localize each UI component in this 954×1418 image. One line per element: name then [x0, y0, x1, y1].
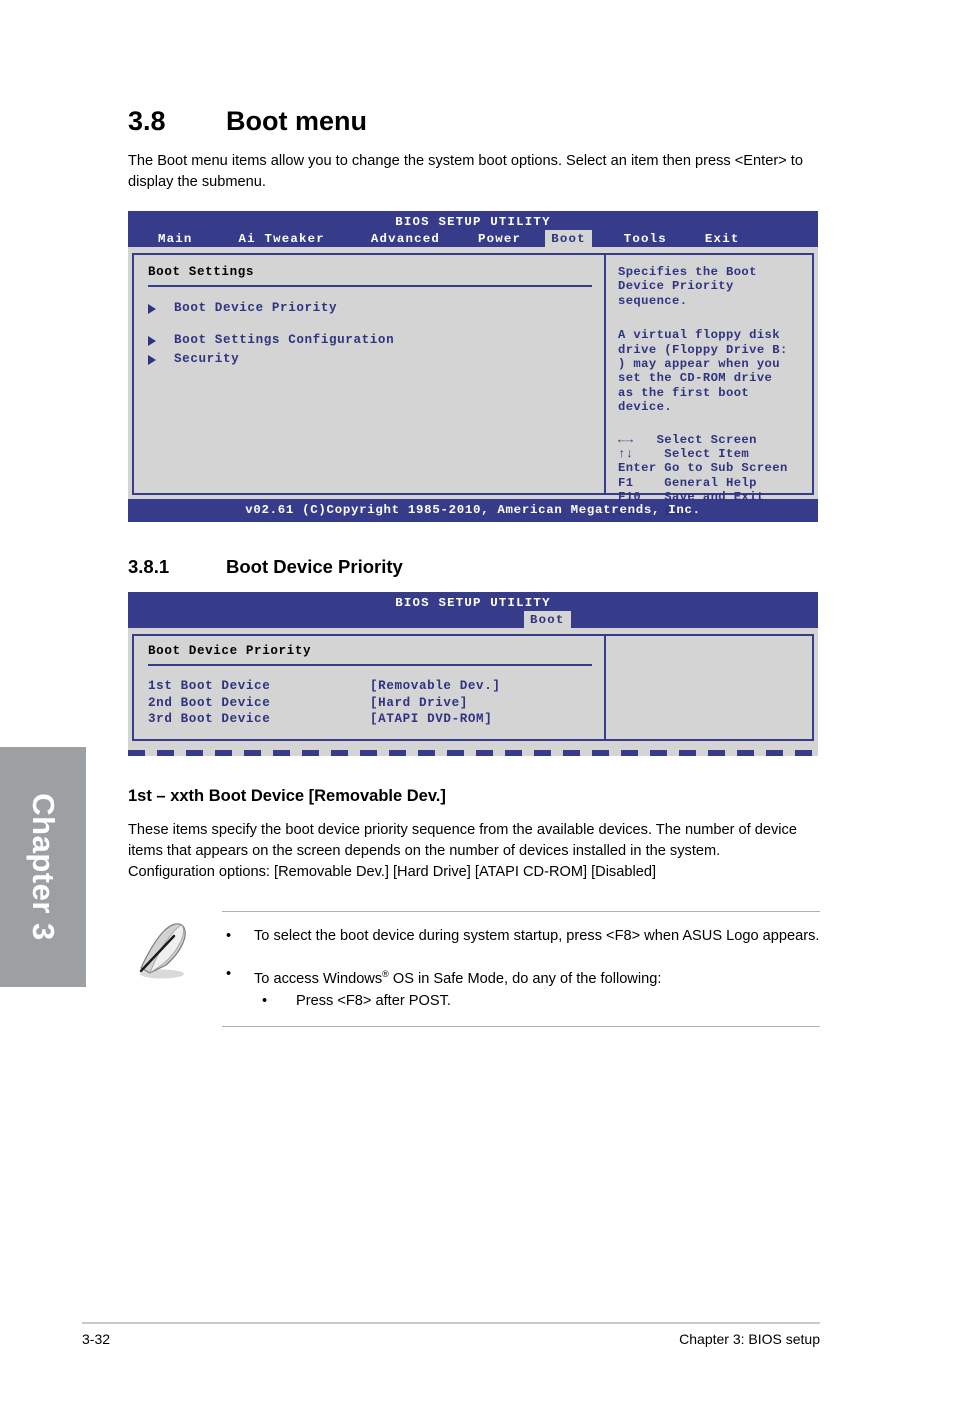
bullet-marker: • — [226, 965, 232, 982]
bullet-marker: • — [226, 927, 232, 944]
bios-row-value: [Hard Drive] — [370, 695, 468, 710]
subsection-number: 3.8.1 — [128, 556, 170, 577]
bios-tab-main[interactable]: Main — [152, 230, 199, 249]
footer-divider — [82, 1322, 820, 1324]
bios-menu-bar: Main Ai Tweaker Advanced Power Boot Tool… — [128, 230, 818, 249]
footer-chapter-label: Chapter 3: BIOS setup — [679, 1331, 820, 1347]
note-bullet-2: • To access Windows® OS in Safe Mode, do… — [222, 964, 820, 1013]
subsection-title: Boot Device Priority — [226, 556, 403, 577]
bios-setup-screen-boot: BIOS SETUP UTILITY Main Ai Tweaker Advan… — [128, 211, 818, 522]
note-bullet-text: To access Windows® OS in Safe Mode, do a… — [254, 964, 820, 1013]
bios-panel-divider — [148, 664, 592, 666]
bios-row-key: 1st Boot Device — [148, 679, 271, 693]
note-bullet-text: To select the boot device during system … — [254, 927, 820, 944]
bios-panel-divider — [148, 285, 592, 287]
note-text-after: OS in Safe Mode, do any of the following… — [388, 970, 662, 987]
bios-item-boot-device-priority[interactable]: Boot Device Priority — [148, 299, 592, 318]
bios-body: Boot Settings Boot Device Priority Boot … — [128, 247, 818, 519]
section-intro: The Boot menu items allow you to change … — [128, 153, 803, 190]
page-content: 3.8 Boot menu The Boot menu items allow … — [128, 0, 820, 1028]
bios-row-1st-boot-device[interactable]: 1st Boot Device [Removable Dev.] — [148, 678, 592, 695]
note-subbullet-1: • Press <F8> after POST. — [254, 991, 820, 1012]
bios-item-label: Boot Device Priority — [174, 301, 338, 315]
chapter-tab-label: Chapter 3 — [26, 793, 61, 941]
bios-row-2nd-boot-device[interactable]: 2nd Boot Device [Hard Drive] — [148, 695, 592, 712]
bios-screenshot-cut-line — [128, 749, 818, 756]
bios-setup-screen-boot-device-priority: BIOS SETUP UTILITY Boot Boot Device Prio… — [128, 592, 818, 756]
bios-body: Boot Device Priority 1st Boot Device [Re… — [128, 628, 818, 745]
bios-row-key: 3rd Boot Device — [148, 712, 271, 726]
section-heading: 3.8 Boot menu — [128, 106, 820, 137]
bios-help-text-1: Specifies the Boot Device Priority seque… — [618, 265, 757, 308]
pencil-note-icon — [138, 922, 186, 978]
bios-settings-panel: Boot Settings Boot Device Priority Boot … — [132, 253, 604, 495]
note-content: • To select the boot device during syste… — [222, 910, 820, 1028]
bios-tab-advanced[interactable]: Advanced — [365, 230, 446, 249]
chapter-tab: Chapter 3 — [0, 747, 86, 987]
bios-row-3rd-boot-device[interactable]: 3rd Boot Device [ATAPI DVD-ROM] — [148, 711, 592, 728]
bios-row-value: [ATAPI DVD-ROM] — [370, 712, 493, 726]
bios-tab-tools[interactable]: Tools — [618, 230, 673, 249]
bios-title: BIOS SETUP UTILITY — [395, 215, 551, 229]
bios-tab-ai-tweaker[interactable]: Ai Tweaker — [233, 230, 331, 249]
bios-boot-device-panel: Boot Device Priority 1st Boot Device [Re… — [132, 634, 604, 741]
submenu-arrow-icon — [148, 304, 156, 314]
note-subbullet-text: Press <F8> after POST. — [296, 993, 451, 1010]
bios-header: BIOS SETUP UTILITY Main Ai Tweaker Advan… — [128, 211, 818, 249]
submenu-arrow-icon — [148, 336, 156, 346]
bios-tab-exit[interactable]: Exit — [699, 230, 746, 249]
bios-title: BIOS SETUP UTILITY — [395, 596, 551, 610]
section-number: 3.8 — [128, 106, 166, 136]
footer-page-number: 3-32 — [82, 1331, 111, 1347]
item-config-options: Configuration options: [Removable Dev.] … — [128, 863, 656, 880]
note-text-before: To access Windows — [254, 970, 383, 987]
note-bullet-1: • To select the boot device during syste… — [222, 926, 820, 947]
bios-help-panel — [604, 634, 814, 741]
bios-item-label: Security — [174, 352, 240, 366]
bios-tab-boot[interactable]: Boot — [545, 230, 592, 249]
item-paragraph: These items specify the boot device prio… — [128, 821, 797, 859]
bios-help-text-2: A virtual floppy disk drive (Floppy Driv… — [618, 328, 788, 415]
item-heading: 1st – xxth Boot Device [Removable Dev.] — [128, 786, 446, 805]
bios-item-boot-settings-configuration[interactable]: Boot Settings Configuration — [148, 331, 592, 350]
bios-item-label: Boot Settings Configuration — [174, 333, 395, 347]
bios-panel-title: Boot Settings — [148, 265, 255, 279]
submenu-arrow-icon — [148, 355, 156, 365]
bios-header: BIOS SETUP UTILITY Boot — [128, 592, 818, 630]
bios-menu-bar: Boot — [128, 611, 818, 630]
bullet-marker: • — [262, 993, 268, 1010]
subsection-heading: 3.8.1 Boot Device Priority — [128, 556, 820, 578]
bios-item-security[interactable]: Security — [148, 350, 592, 369]
registered-mark: ® — [382, 968, 389, 979]
section-title: Boot menu — [226, 106, 367, 136]
bios-row-key: 2nd Boot Device — [148, 695, 271, 710]
bios-tab-power[interactable]: Power — [472, 230, 527, 249]
note-box: • To select the boot device during syste… — [128, 910, 820, 1028]
bios-panel-title: Boot Device Priority — [148, 644, 312, 658]
bios-tab-boot[interactable]: Boot — [524, 611, 571, 630]
bios-row-value: [Removable Dev.] — [370, 679, 501, 693]
bios-help-panel: Specifies the Boot Device Priority seque… — [604, 253, 814, 519]
